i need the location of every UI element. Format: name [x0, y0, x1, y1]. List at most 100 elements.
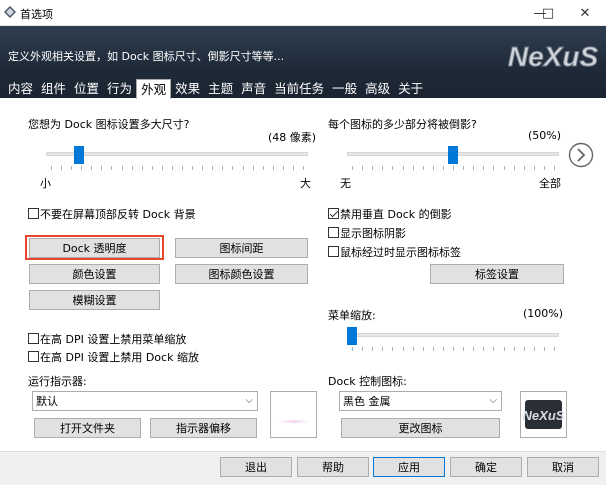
nexus-logo: NeXuS: [508, 41, 598, 73]
icon-color-settings-button[interactable]: 图标颜色设置: [175, 264, 308, 284]
tab-general[interactable]: 一般: [328, 79, 361, 98]
show-shadow-checkbox[interactable]: [328, 227, 339, 238]
icon-size-slider-thumb[interactable]: [73, 146, 84, 164]
help-button[interactable]: 帮助: [297, 457, 369, 477]
reflection-max-label: 全部: [539, 177, 561, 190]
reflection-slider-ticks: [347, 166, 559, 170]
slider-tick: [412, 166, 414, 170]
tab-position[interactable]: 位置: [70, 79, 103, 98]
dpi-dock-scaling-checkbox[interactable]: [28, 351, 39, 362]
tab-advanced[interactable]: 高级: [361, 79, 394, 98]
slider-tick: [292, 166, 294, 170]
disable-reflection-checkbox[interactable]: [328, 208, 339, 219]
slider-tick: [523, 347, 525, 351]
flip-background-checkbox[interactable]: [28, 208, 39, 219]
slider-tick: [402, 347, 404, 351]
icon-size-slider-ticks: [46, 166, 308, 170]
slider-tick: [372, 347, 374, 351]
menu-scale-slider-track[interactable]: [347, 333, 559, 337]
indicator-offset-button[interactable]: 指示器偏移: [150, 418, 257, 438]
slider-tick: [473, 347, 475, 351]
show-label-hover-label: 鼠标经过时显示图标标签: [340, 246, 461, 259]
icon-spacing-button[interactable]: 图标间距: [175, 238, 308, 258]
slider-tick: [151, 166, 153, 170]
maximize-button[interactable]: □: [533, 0, 563, 26]
apply-button[interactable]: 应用: [373, 457, 445, 477]
color-settings-button[interactable]: 颜色设置: [29, 264, 160, 284]
blur-settings-button[interactable]: 模糊设置: [29, 290, 160, 310]
run-indicator-label: 运行指示器:: [28, 375, 87, 388]
slider-tick: [422, 166, 424, 170]
slider-tick: [282, 166, 284, 170]
svg-text:NeXuS: NeXuS: [523, 408, 565, 423]
dpi-menu-scaling-checkbox[interactable]: [28, 333, 39, 344]
indicator-glow: [279, 420, 309, 423]
dock-control-icon-label: Dock 控制图标:: [328, 375, 407, 388]
reflection-question: 每个图标的多少部分将被倒影?: [328, 118, 477, 131]
menu-scale-slider-thumb[interactable]: [347, 327, 357, 345]
dock-control-icon-select[interactable]: 黑色 金属 ⌵: [339, 391, 502, 411]
slider-tick: [61, 166, 63, 170]
dock-control-icon-preview: NeXuS: [520, 391, 567, 438]
cancel-button[interactable]: 取消: [527, 457, 599, 477]
nexus-control-icon: NeXuS: [523, 400, 565, 429]
slider-tick: [382, 347, 384, 351]
slider-tick: [503, 347, 505, 351]
run-indicator-value: 默认: [36, 395, 58, 408]
window-title: 首选项: [20, 8, 53, 21]
exit-button[interactable]: 退出: [220, 457, 292, 477]
open-folder-button[interactable]: 打开文件夹: [34, 418, 141, 438]
tab-current-tasks[interactable]: 当前任务: [270, 79, 328, 98]
slider-tick: [392, 347, 394, 351]
reflection-slider-thumb[interactable]: [448, 146, 458, 164]
tab-about[interactable]: 关于: [394, 79, 427, 98]
disable-reflection-label: 禁用垂直 Dock 的倒影: [340, 208, 452, 221]
slider-tick: [81, 166, 83, 170]
slider-tick: [121, 166, 123, 170]
slider-tick: [101, 166, 103, 170]
slider-tick: [182, 166, 184, 170]
slider-tick: [533, 347, 535, 351]
slider-tick: [362, 166, 364, 170]
tab-effects[interactable]: 效果: [171, 79, 204, 98]
svg-text:NeXuS: NeXuS: [508, 41, 598, 72]
change-icon-button[interactable]: 更改图标: [341, 418, 500, 438]
slider-tick: [202, 166, 204, 170]
tab-content[interactable]: 内容: [0, 79, 37, 98]
tab-sounds[interactable]: 声音: [237, 79, 270, 98]
slider-tick: [432, 166, 434, 170]
dock-transparency-button[interactable]: Dock 透明度: [29, 238, 160, 258]
close-button[interactable]: ✕: [563, 0, 606, 26]
slider-tick: [483, 347, 485, 351]
slider-tick: [543, 347, 545, 351]
slider-tick: [71, 166, 73, 170]
slider-tick: [402, 166, 404, 170]
slider-tick: [91, 166, 93, 170]
ok-button[interactable]: 确定: [450, 457, 522, 477]
slider-tick: [382, 166, 384, 170]
show-label-hover-checkbox[interactable]: [328, 246, 339, 257]
slider-tick: [473, 166, 475, 170]
tab-components[interactable]: 组件: [37, 79, 70, 98]
slider-tick: [232, 166, 234, 170]
slider-tick: [372, 166, 374, 170]
slider-tick: [412, 347, 414, 351]
tab-behavior[interactable]: 行为: [103, 79, 136, 98]
slider-tick: [554, 166, 555, 170]
slider-tick: [362, 347, 364, 351]
tab-appearance[interactable]: 外观: [136, 79, 172, 99]
show-shadow-label: 显示图标阴影: [340, 227, 406, 240]
header-subtitle: 定义外观相关设置，如 Dock 图标尺寸、倒影尺寸等等...: [8, 50, 285, 63]
chevron-down-icon: ⌵: [489, 395, 497, 406]
label-settings-button[interactable]: 标签设置: [430, 264, 564, 284]
next-page-icon[interactable]: [568, 142, 594, 168]
slider-tick: [432, 347, 434, 351]
slider-tick: [493, 166, 495, 170]
run-indicator-select[interactable]: 默认 ⌵: [32, 391, 258, 411]
dock-control-icon-value: 黑色 金属: [343, 395, 391, 408]
tab-themes[interactable]: 主题: [204, 79, 237, 98]
icon-size-slider-track[interactable]: [46, 152, 308, 156]
chevron-down-icon: ⌵: [245, 395, 253, 406]
menu-scale-slider-ticks: [347, 347, 559, 351]
slider-tick: [141, 166, 143, 170]
